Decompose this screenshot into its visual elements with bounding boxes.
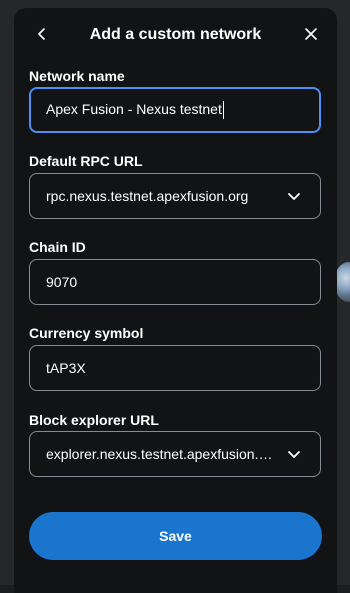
text-caret (222, 101, 224, 120)
close-icon (304, 27, 318, 46)
chevron-down-icon (284, 444, 304, 464)
modal-header: Add a custom network (14, 22, 337, 50)
chain-id-value: 9070 (46, 274, 78, 290)
rpc-url-dropdown[interactable]: rpc.nexus.testnet.apexfusion.org (29, 173, 321, 219)
explorer-url-dropdown[interactable]: explorer.nexus.testnet.apexfusion.org (29, 431, 321, 477)
chevron-down-icon (284, 186, 304, 206)
add-network-modal: Add a custom network Network name Apex F… (14, 8, 337, 593)
save-button[interactable]: Save (29, 512, 322, 560)
currency-symbol-input[interactable]: tAP3X (29, 345, 321, 391)
close-button[interactable] (297, 22, 325, 50)
modal-title: Add a custom network (89, 26, 262, 43)
network-name-value: Apex Fusion - Nexus testnet (46, 101, 304, 120)
explorer-url-value: explorer.nexus.testnet.apexfusion.org (46, 446, 276, 462)
rpc-url-label: Default RPC URL (29, 153, 143, 169)
chain-id-label: Chain ID (29, 239, 86, 255)
explorer-url-label: Block explorer URL (29, 412, 159, 428)
rpc-url-value: rpc.nexus.testnet.apexfusion.org (46, 188, 249, 204)
network-name-input[interactable]: Apex Fusion - Nexus testnet (29, 87, 321, 133)
network-name-label: Network name (29, 68, 125, 84)
chain-id-input[interactable]: 9070 (29, 259, 321, 305)
currency-symbol-value: tAP3X (46, 360, 86, 376)
currency-symbol-label: Currency symbol (29, 325, 144, 341)
